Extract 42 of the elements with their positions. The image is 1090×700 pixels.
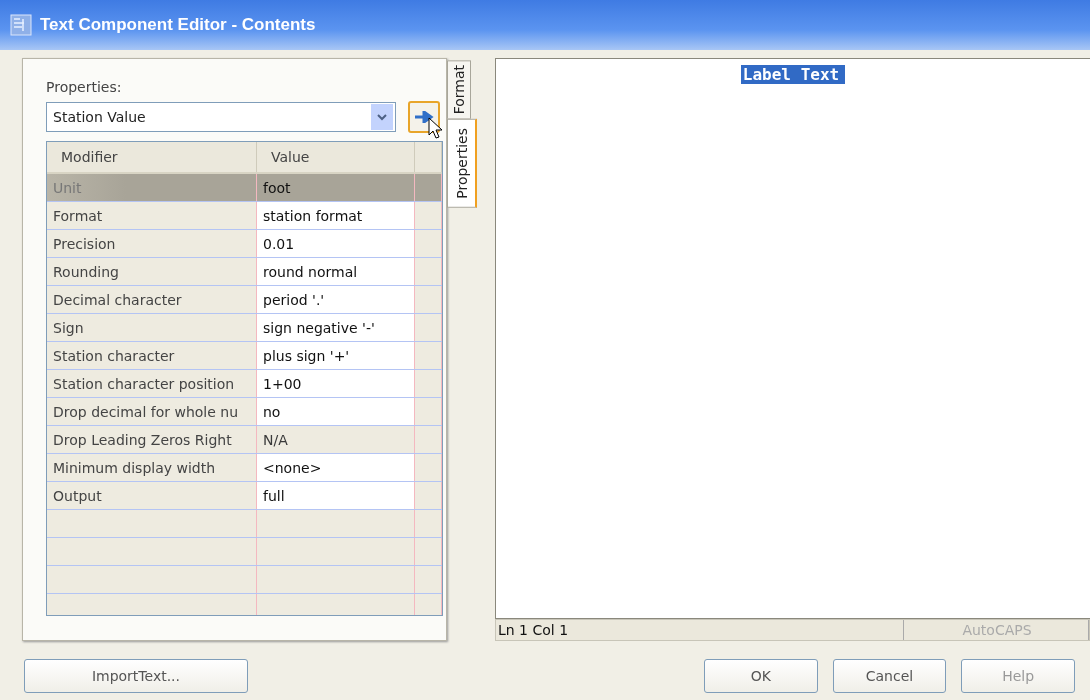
status-text: Ln 1 Col 1 <box>496 620 904 640</box>
value-cell[interactable]: sign negative '-' <box>257 314 415 341</box>
table-row[interactable]: Drop decimal for whole nu no <box>47 398 442 426</box>
value-cell[interactable]: station format <box>257 202 415 229</box>
value-cell[interactable]: foot <box>257 174 415 201</box>
value-cell[interactable]: round normal <box>257 258 415 285</box>
dialog-button[interactable]: Cancel <box>832 659 947 693</box>
table-row[interactable]: Decimal character period '.' <box>47 286 442 314</box>
value-cell[interactable]: plus sign '+' <box>257 342 415 369</box>
modifier-cell: Unit <box>47 174 257 201</box>
value-cell[interactable]: 1+00 <box>257 370 415 397</box>
side-tab[interactable]: Properties <box>447 119 477 209</box>
modifier-cell: Drop Leading Zeros Right <box>47 426 257 453</box>
status-text: AutoCAPS <box>904 620 1089 640</box>
value-cell[interactable]: no <box>257 398 415 425</box>
table-row[interactable]: Station character position 1+00 <box>47 370 442 398</box>
table-row[interactable]: Unit foot <box>47 174 442 202</box>
value-cell[interactable]: <none> <box>257 454 415 481</box>
right-arrow-icon <box>414 111 434 123</box>
text-editor[interactable]: Label Text <box>495 58 1090 619</box>
column-header[interactable]: Modifier <box>47 142 257 172</box>
value-cell[interactable]: period '.' <box>257 286 415 313</box>
side-tab[interactable]: Format <box>447 60 471 120</box>
table-row[interactable]: Minimum display width <none> <box>47 454 442 482</box>
table-row[interactable]: Output full <box>47 482 442 510</box>
value-cell[interactable]: 0.01 <box>257 230 415 257</box>
window-title: Text Component Editor - Contents <box>40 15 316 35</box>
table-row[interactable]: Sign sign negative '-' <box>47 314 442 342</box>
table-row[interactable]: Station character plus sign '+' <box>47 342 442 370</box>
table-row[interactable]: Format station format <box>47 202 442 230</box>
table-row[interactable]: Precision 0.01 <box>47 230 442 258</box>
properties-dropdown[interactable]: Station Value <box>46 102 396 132</box>
app-icon <box>10 14 32 36</box>
dialog-button[interactable]: OK <box>703 659 818 693</box>
table-row[interactable]: Rounding round normal <box>47 258 442 286</box>
selected-text: Label Text <box>740 65 846 84</box>
dropdown-chevron-icon <box>371 104 393 130</box>
value-cell[interactable]: full <box>257 482 415 509</box>
column-header[interactable]: Value <box>257 142 415 172</box>
properties-label: Properties: <box>46 79 122 95</box>
mouse-pointer-icon <box>428 117 444 139</box>
import-text-button[interactable]: ImportText... <box>24 659 248 693</box>
